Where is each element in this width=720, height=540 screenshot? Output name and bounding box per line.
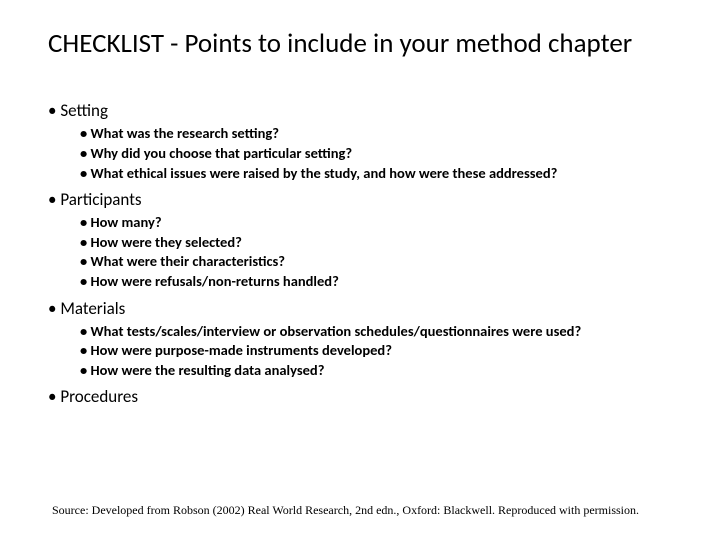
- sub-list: What tests/scales/interview or observati…: [48, 322, 680, 381]
- source-citation: Source: Developed from Robson (2002) Rea…: [52, 503, 639, 518]
- sub-list: What was the research setting? Why did y…: [48, 124, 680, 183]
- list-item: Materials What tests/scales/interview or…: [48, 298, 680, 381]
- list-item: Procedures: [48, 386, 680, 408]
- sub-item: Why did you choose that particular setti…: [80, 144, 680, 164]
- sub-item: What tests/scales/interview or observati…: [80, 322, 680, 342]
- sub-item: What were their characteristics?: [80, 252, 680, 272]
- list-item: Setting What was the research setting? W…: [48, 100, 680, 183]
- sub-item: How many?: [80, 213, 680, 233]
- sub-item: How were the resulting data analysed?: [80, 361, 680, 381]
- list-item: Participants How many? How were they sel…: [48, 189, 680, 291]
- sub-item: How were purpose-made instruments develo…: [80, 341, 680, 361]
- sub-item: What was the research setting?: [80, 124, 680, 144]
- sub-item: How were they selected?: [80, 233, 680, 253]
- section-label: Procedures: [48, 386, 138, 407]
- checklist: Setting What was the research setting? W…: [48, 100, 680, 408]
- sub-item: What ethical issues were raised by the s…: [80, 164, 680, 184]
- page-title: CHECKLIST - Points to include in your me…: [48, 28, 680, 60]
- sub-list: How many? How were they selected? What w…: [48, 213, 680, 291]
- section-label: Materials: [48, 298, 125, 319]
- section-label: Participants: [48, 189, 142, 210]
- sub-item: How were refusals/non-returns handled?: [80, 272, 680, 292]
- section-label: Setting: [48, 100, 108, 121]
